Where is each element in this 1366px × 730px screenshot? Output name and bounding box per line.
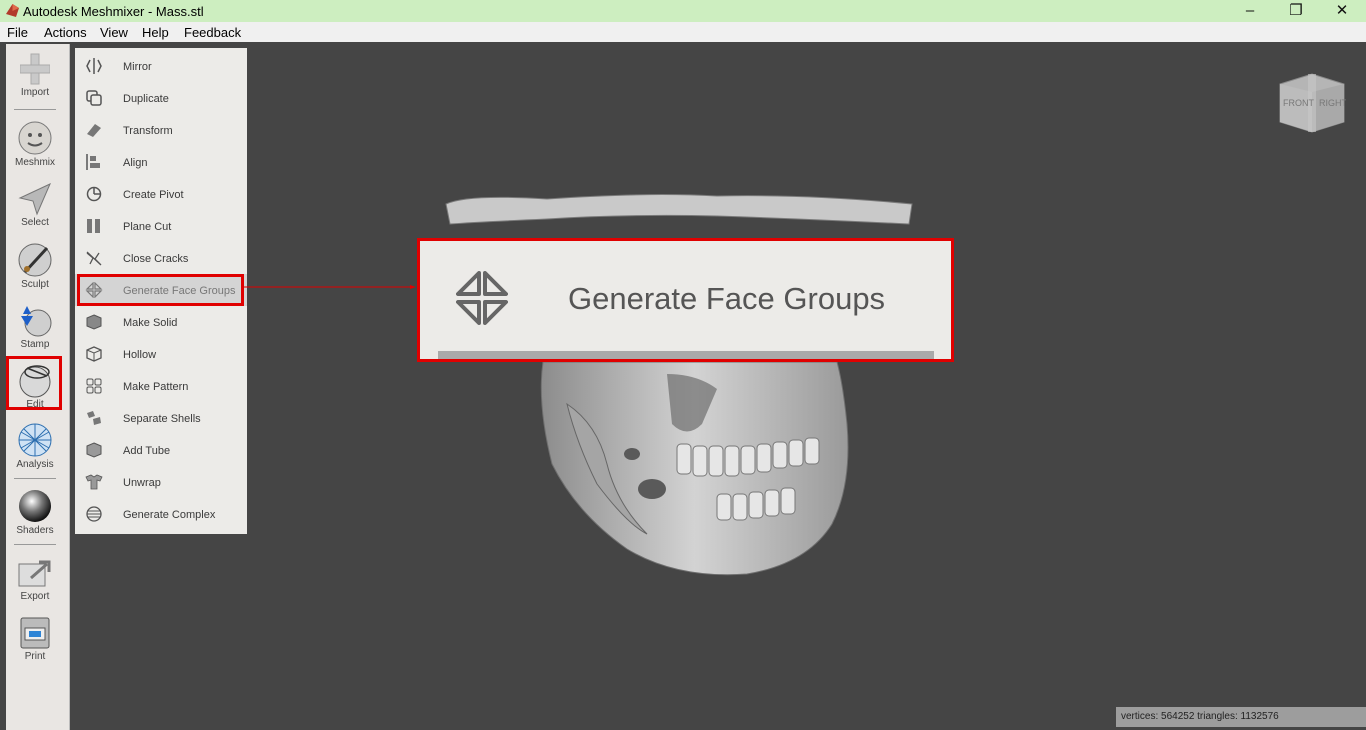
minimize-button[interactable]: – — [1227, 0, 1273, 22]
edit-unwrap[interactable]: Unwrap — [75, 466, 247, 498]
tool-export[interactable]: Export — [6, 556, 64, 602]
edit-item-label: Mirror — [123, 61, 152, 73]
3d-viewport[interactable] — [247, 44, 1366, 730]
menu-actions[interactable]: Actions — [44, 25, 87, 40]
menu-feedback[interactable]: Feedback — [184, 25, 241, 40]
edit-item-label: Duplicate — [123, 93, 169, 105]
menu-bar: File Actions View Help Feedback — [0, 22, 1366, 42]
tool-label: Shaders — [16, 525, 54, 536]
tool-shaders[interactable]: Shaders — [6, 488, 64, 536]
edit-item-label: Generate Complex — [123, 509, 216, 521]
analysis-sphere-icon — [18, 423, 52, 457]
nav-cube-right-label: RIGHT — [1319, 98, 1346, 108]
edit-item-label: Make Pattern — [123, 381, 189, 393]
edit-item-label: Hollow — [123, 349, 157, 361]
zoom-callout: Generate Face Groups — [417, 238, 954, 362]
tool-analysis[interactable]: Analysis — [6, 422, 64, 470]
edit-generate-complex[interactable]: Generate Complex — [75, 498, 247, 530]
edit-create-pivot[interactable]: Create Pivot — [75, 178, 247, 210]
tool-import[interactable]: Import — [6, 52, 64, 98]
make-pattern-icon — [86, 378, 102, 394]
toolbar-divider — [14, 544, 56, 545]
edit-item-label: Align — [123, 157, 148, 169]
edit-item-label: Plane Cut — [123, 221, 172, 233]
tool-label: Export — [20, 591, 50, 602]
stamp-icon — [21, 306, 52, 337]
nav-cube-front-label: FRONT — [1283, 98, 1314, 108]
tool-label: Select — [21, 217, 49, 228]
meshmix-icon — [18, 121, 52, 155]
title-bar: Autodesk Meshmixer - Mass.stl – ❐ ✕ — [0, 0, 1366, 22]
make-solid-icon — [86, 314, 102, 330]
edit-separate-shells[interactable]: Separate Shells — [75, 402, 247, 434]
toolbar-divider — [14, 478, 56, 479]
edit-close-cracks[interactable]: Close Cracks — [75, 242, 247, 274]
add-tube-icon — [86, 442, 102, 458]
tool-label: Stamp — [20, 339, 50, 350]
tool-label: Sculpt — [21, 279, 49, 290]
edit-item-label: Transform — [123, 125, 173, 137]
zoom-callout-label: Generate Face Groups — [568, 281, 886, 316]
edit-add-tube[interactable]: Add Tube — [75, 434, 247, 466]
status-bar: vertices: 564252 triangles: 1132576 — [1116, 707, 1366, 727]
generate-complex-icon — [86, 506, 102, 522]
face-groups-icon — [456, 271, 508, 325]
tool-label: Analysis — [16, 459, 54, 470]
duplicate-icon — [86, 90, 102, 106]
edit-plane-cut[interactable]: Plane Cut — [75, 210, 247, 242]
close-cracks-icon — [86, 251, 102, 266]
edit-item-label: Make Solid — [123, 317, 178, 329]
edit-hollow[interactable]: Hollow — [75, 338, 247, 370]
callout-connector-line — [244, 285, 416, 289]
transform-icon — [87, 124, 101, 137]
unwrap-icon — [85, 474, 103, 490]
edit-mirror[interactable]: Mirror — [75, 50, 247, 82]
edit-make-pattern[interactable]: Make Pattern — [75, 370, 247, 402]
tool-label: Import — [20, 87, 50, 98]
export-icon — [18, 560, 51, 587]
arrow-select-icon — [18, 182, 51, 216]
hollow-icon — [86, 346, 102, 362]
close-button[interactable]: ✕ — [1319, 0, 1365, 22]
align-icon — [86, 154, 100, 170]
pivot-icon — [86, 186, 102, 202]
separate-shells-icon — [87, 411, 101, 425]
tool-select[interactable]: Select — [6, 182, 64, 228]
edit-item-label: Add Tube — [123, 445, 171, 457]
meshmixer-logo-icon — [6, 4, 19, 17]
mesh-stats: vertices: 564252 triangles: 1132576 — [1121, 711, 1279, 722]
skull-mesh-model[interactable] — [247, 44, 1366, 730]
zoom-callout-divider — [438, 351, 934, 359]
face-groups-highlight — [77, 274, 244, 306]
edit-duplicate[interactable]: Duplicate — [75, 82, 247, 114]
menu-file[interactable]: File — [7, 25, 28, 40]
edit-align[interactable]: Align — [75, 146, 247, 178]
menu-help[interactable]: Help — [142, 25, 169, 40]
restore-button[interactable]: ❐ — [1273, 0, 1319, 22]
window-title: Autodesk Meshmixer - Mass.stl — [23, 4, 204, 19]
edit-item-label: Separate Shells — [123, 413, 201, 425]
tool-stamp[interactable]: Stamp — [6, 302, 64, 350]
edit-item-label: Unwrap — [123, 477, 161, 489]
brush-icon — [18, 243, 52, 277]
tool-meshmix[interactable]: Meshmix — [6, 120, 64, 168]
tool-label: Print — [24, 651, 46, 662]
edit-item-label: Create Pivot — [123, 189, 184, 201]
edit-make-solid[interactable]: Make Solid — [75, 306, 247, 338]
tool-sculpt[interactable]: Sculpt — [6, 242, 64, 290]
mirror-icon — [86, 58, 102, 74]
edit-transform[interactable]: Transform — [75, 114, 247, 146]
edit-item-label: Close Cracks — [123, 253, 189, 265]
tool-label: Meshmix — [14, 157, 55, 168]
tool-print[interactable]: Print — [6, 616, 64, 662]
printer-icon — [20, 617, 50, 649]
toolbar-divider — [14, 109, 56, 110]
shader-sphere-icon — [19, 490, 51, 522]
plus-icon — [20, 53, 50, 85]
edit-tool-highlight — [6, 356, 62, 410]
nav-cube[interactable]: FRONT RIGHT — [1278, 72, 1346, 134]
menu-view[interactable]: View — [100, 25, 128, 40]
plane-cut-icon — [87, 219, 100, 233]
